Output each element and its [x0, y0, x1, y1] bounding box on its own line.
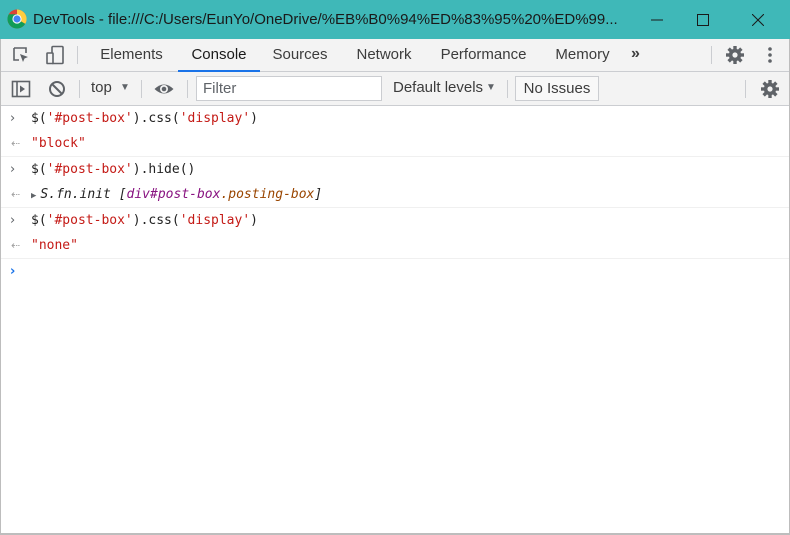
live-expression-button[interactable] — [153, 78, 175, 100]
toolbar-divider — [187, 80, 188, 98]
tab-network[interactable]: Network — [343, 39, 425, 71]
gear-icon — [726, 46, 744, 64]
console-entry: › $('#post-box').css('display') ⇠ "none" — [0, 208, 790, 259]
log-levels-select[interactable]: Default levels — [393, 79, 483, 96]
tab-performance[interactable]: Performance — [431, 39, 536, 71]
clear-console-icon — [49, 81, 65, 97]
tab-console[interactable]: Console — [178, 39, 260, 72]
console-sidebar-button[interactable] — [10, 78, 32, 100]
console-input-line[interactable]: › $('#post-box').css('display') — [0, 208, 790, 233]
toolbar-divider — [711, 46, 712, 64]
inspect-element-button[interactable] — [10, 44, 32, 66]
tab-sources[interactable]: Sources — [262, 39, 338, 71]
toolbar-divider — [507, 80, 508, 98]
maximize-button[interactable] — [680, 0, 726, 39]
chevron-right-icon: › — [10, 111, 16, 126]
settings-button[interactable] — [724, 44, 746, 66]
console-entry: › $('#post-box').hide() ⇠ ▶ S.fn.init [di… — [0, 157, 790, 208]
close-icon — [752, 13, 764, 26]
tab-elements[interactable]: Elements — [89, 39, 174, 71]
result-arrow-icon: ⇠ — [11, 137, 21, 150]
maximize-icon — [697, 13, 709, 26]
more-tabs-button[interactable]: » — [631, 45, 640, 63]
console-result-line: ⇠ "block" — [0, 131, 790, 156]
dropdown-caret-icon: ▼ — [120, 82, 130, 93]
window-title: DevTools - file:///C:/Users/EunYo/OneDri… — [33, 11, 618, 28]
console-messages: › $('#post-box').css('display') ⇠ "block… — [0, 106, 790, 533]
chevron-right-icon: › — [10, 213, 16, 228]
minimize-button[interactable] — [634, 0, 680, 39]
toolbar-divider — [77, 46, 78, 64]
clear-console-button[interactable] — [46, 78, 68, 100]
window-border — [0, 39, 1, 535]
console-settings-button[interactable] — [759, 78, 781, 100]
console-result-line: ⇠ "none" — [0, 233, 790, 258]
console-sidebar-icon — [11, 80, 31, 98]
console-prompt[interactable]: › — [0, 259, 790, 284]
minimize-icon — [651, 19, 663, 20]
tab-memory[interactable]: Memory — [545, 39, 620, 71]
console-toolbar: top ▼ Default levels ▼ No Issues — [0, 72, 790, 106]
console-entry: › $('#post-box').css('display') ⇠ "block… — [0, 106, 790, 157]
chevron-right-icon: › — [10, 264, 16, 279]
toolbar-divider — [79, 80, 80, 98]
console-result-line[interactable]: ⇠ ▶ S.fn.init [div#post-box.posting-box] — [0, 182, 790, 207]
title-bar: DevTools - file:///C:/Users/EunYo/OneDri… — [0, 0, 790, 39]
more-vert-icon — [768, 47, 772, 63]
console-input-line[interactable]: › $('#post-box').hide() — [0, 157, 790, 182]
execution-context-select[interactable]: top — [91, 79, 112, 96]
inspect-element-icon — [13, 47, 28, 62]
more-options-button[interactable] — [759, 44, 781, 66]
expand-triangle-icon[interactable]: ▶ — [31, 184, 36, 209]
chrome-logo-icon — [7, 9, 27, 29]
result-arrow-icon: ⇠ — [11, 188, 21, 201]
toolbar-divider — [745, 80, 746, 98]
eye-icon — [154, 84, 174, 94]
filter-input[interactable] — [196, 76, 382, 101]
panel-tab-bar: Elements Console Sources Network Perform… — [0, 39, 790, 72]
issues-button[interactable]: No Issues — [515, 76, 599, 101]
toolbar-divider — [141, 80, 142, 98]
device-toolbar-icon — [46, 45, 64, 65]
result-arrow-icon: ⇠ — [11, 239, 21, 252]
console-input-line[interactable]: › $('#post-box').css('display') — [0, 106, 790, 131]
chevron-right-icon: › — [10, 162, 16, 177]
close-button[interactable] — [735, 0, 781, 39]
dropdown-caret-icon: ▼ — [486, 82, 496, 93]
gear-icon — [761, 80, 779, 98]
device-toolbar-button[interactable] — [44, 44, 66, 66]
